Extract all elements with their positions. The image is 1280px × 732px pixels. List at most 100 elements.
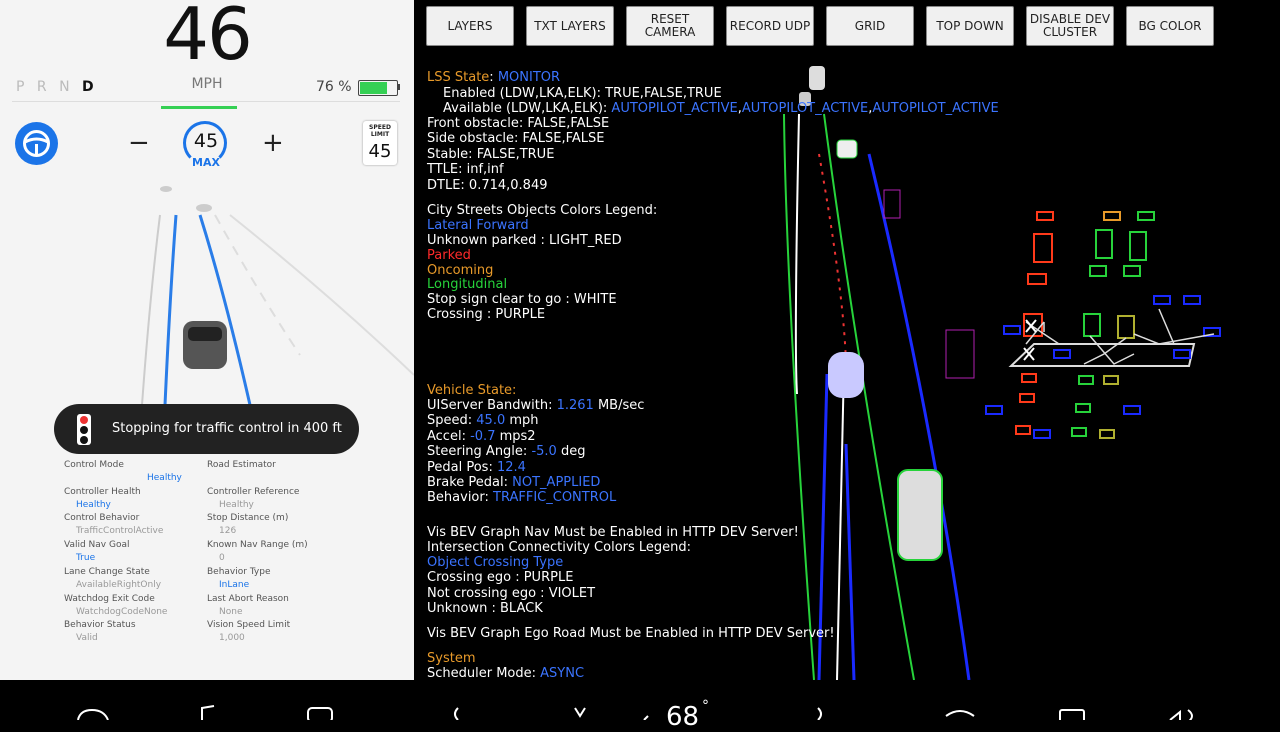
status-value: Healthy xyxy=(219,499,254,510)
toolbar-button-reset-camera[interactable]: RESET CAMERA xyxy=(626,6,714,46)
traffic-light-icon xyxy=(77,414,91,445)
steering-unit: deg xyxy=(560,444,586,459)
uiserver-unit: MB/sec xyxy=(597,398,645,413)
toolbar-button-layers[interactable]: LAYERS xyxy=(426,6,514,46)
status-value: Healthy xyxy=(76,499,111,510)
taskbar-icons xyxy=(77,705,1193,723)
status-label: Lane Change State xyxy=(64,566,150,577)
battery-percent: 76 % xyxy=(316,79,352,95)
gears-inactive: P R N xyxy=(16,79,74,95)
gear-active: D xyxy=(82,79,98,95)
current-speed: 46 xyxy=(163,0,253,76)
status-value: None xyxy=(219,606,243,617)
toolbar-button-disable-dev-cluster[interactable]: DISABLE DEV CLUSTER xyxy=(1026,6,1114,46)
temp-down-icon xyxy=(643,715,649,721)
vehicle-state-label: Vehicle State: xyxy=(427,383,517,398)
pedal-value: 12.4 xyxy=(496,460,526,475)
speed-underline xyxy=(161,106,237,109)
vehicle-speed-label: Speed: xyxy=(427,413,473,428)
status-label: Watchdog Exit Code xyxy=(64,593,155,604)
status-value: 1,000 xyxy=(219,633,245,644)
toolbar-button-bg-color[interactable]: BG COLOR xyxy=(1126,6,1214,46)
brake-pedal: Brake Pedal: NOT_APPLIED xyxy=(427,475,600,490)
behavior-value: TRAFFIC_CONTROL xyxy=(493,490,617,505)
status-label: Road Estimator xyxy=(207,460,276,470)
toolbar-button-record-udp[interactable]: RECORD UDP xyxy=(726,6,814,46)
music-icon xyxy=(201,705,215,720)
vehicle-speed-unit: mph xyxy=(509,413,539,428)
seat-heat-icon xyxy=(945,710,975,717)
unknown-black: Unknown : BLACK xyxy=(427,601,543,616)
front-obstacle: Front obstacle: FALSE,FALSE xyxy=(427,116,610,131)
lss-available-lka: AUTOPILOT_ACTIVE xyxy=(741,101,869,116)
side-obstacle: Side obstacle: FALSE,FALSE xyxy=(427,131,605,146)
status-label: Behavior Status xyxy=(64,620,136,631)
legend-title: City Streets Objects Colors Legend: xyxy=(427,203,658,218)
toast-message: Stopping for traffic control in 400 ft xyxy=(112,421,342,436)
status-label: Control Mode xyxy=(64,460,124,470)
accel-value: -0.7 xyxy=(470,429,496,444)
not-crossing-ego: Not crossing ego : VIOLET xyxy=(427,586,596,601)
toolbar-button-txt-layers[interactable]: TXT LAYERS xyxy=(526,6,614,46)
brake-label: Brake Pedal: xyxy=(427,475,509,490)
status-label: Control Behavior xyxy=(64,513,140,524)
status-label: Behavior Type xyxy=(207,566,271,577)
steering-value: -5.0 xyxy=(531,444,557,459)
debug-visualization-panel: LAYERS TXT LAYERS RESET CAMERA RECORD UDP GR… xyxy=(414,0,1280,680)
status-label: Controller Health xyxy=(64,486,141,497)
speed-limit-sign: SPEED LIMIT 45 xyxy=(363,121,397,165)
status-value: AvailableRightOnly xyxy=(76,579,162,590)
toolbar-button-top-down[interactable]: TOP DOWN xyxy=(926,6,1014,46)
vehicle-accel: Accel: -0.7 mps2 xyxy=(427,429,536,444)
defrost-icon xyxy=(1059,709,1085,723)
steering-angle: Steering Angle: -5.0 deg xyxy=(427,444,585,459)
scheduler-label: Scheduler Mode: xyxy=(427,666,537,680)
vehicle-speed-value: 45.0 xyxy=(476,413,506,428)
traffic-control-toast: Stopping for traffic control in 400 ft xyxy=(54,404,359,454)
temperature-value[interactable]: 68 xyxy=(666,702,699,732)
driver-display-panel: 46 MPH P R N D 76 % − 45 MAX + SPEED LIM… xyxy=(0,0,414,680)
status-value: True xyxy=(76,553,96,564)
vehicle-speed: Speed: 45.0 mph xyxy=(427,413,539,428)
road-visualization xyxy=(141,186,414,405)
gear-selector: P R N D xyxy=(16,79,98,95)
fan-right-icon xyxy=(817,707,822,721)
status-value: TrafficControlActive xyxy=(76,526,164,537)
uiserver-value: 1.261 xyxy=(556,398,594,413)
ttle: TTLE: inf,inf xyxy=(427,162,504,177)
legend-stop-sign: Stop sign clear to go : WHITE xyxy=(427,292,617,307)
crossing-ego: Crossing ego : PURPLE xyxy=(427,570,574,585)
lss-label: LSS State xyxy=(427,70,490,85)
fan-left-icon xyxy=(454,707,459,721)
lss-state: LSS State: MONITOR xyxy=(427,70,561,85)
system-label: System xyxy=(427,651,476,666)
status-divider xyxy=(12,101,400,102)
app-launcher-icon xyxy=(307,707,333,723)
battery-fill xyxy=(360,82,387,94)
increase-speed-button[interactable]: + xyxy=(262,128,284,158)
stable: Stable: FALSE,TRUE xyxy=(427,147,555,162)
taskbar: 68 ° xyxy=(0,680,1280,732)
behavior-label: Behavior: xyxy=(427,490,489,505)
object-crossing-type: Object Crossing Type xyxy=(427,555,564,570)
status-value: Healthy xyxy=(147,473,182,483)
scheduler-mode: Scheduler Mode: ASYNC xyxy=(427,666,584,680)
set-speed-value: 45 xyxy=(193,130,219,152)
lss-value: MONITOR xyxy=(497,70,561,85)
behavior: Behavior: TRAFFIC_CONTROL xyxy=(427,490,616,505)
steering-label: Steering Angle: xyxy=(427,444,528,459)
decrease-speed-button[interactable]: − xyxy=(128,128,150,158)
pedal-label: Pedal Pos: xyxy=(427,460,493,475)
lss-enabled: Enabled (LDW,LKA,ELK): TRUE,FALSE,TRUE xyxy=(443,86,722,101)
fan-icon xyxy=(574,707,586,718)
volume-icon xyxy=(1169,709,1193,723)
status-label: Stop Distance (m) xyxy=(207,513,289,524)
speed-limit-value: 45 xyxy=(368,141,392,162)
scheduler-value: ASYNC xyxy=(540,666,585,680)
speed-limit-label: SPEED LIMIT xyxy=(369,124,391,138)
status-value: InLane xyxy=(219,579,250,590)
steering-wheel-icon[interactable] xyxy=(15,122,58,165)
toolbar-button-grid[interactable]: GRID xyxy=(826,6,914,46)
status-value: WatchdogCodeNone xyxy=(76,606,168,617)
lss-available-label: Available (LDW,LKA,ELK): xyxy=(443,101,612,116)
